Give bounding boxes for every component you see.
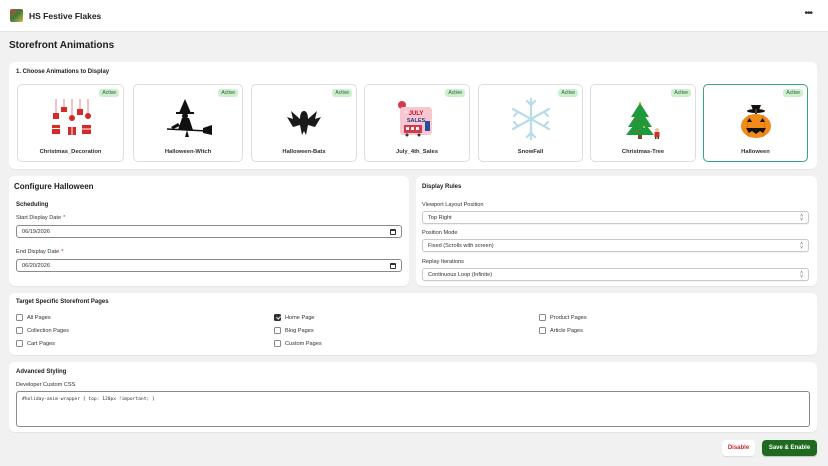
select-chevron-icon: ˄ ˅ xyxy=(800,241,803,251)
checkbox-icon[interactable] xyxy=(16,340,23,347)
animation-name: Christmas-Tree xyxy=(621,149,665,155)
replay-select[interactable]: Continuous Loop (Infinite) ˄ ˅ xyxy=(422,268,809,281)
animation-card-christmas-decoration[interactable]: Active Christmas_Decoration xyxy=(17,84,124,162)
checkbox-icon[interactable] xyxy=(16,327,23,334)
animation-name: Halloween-Bats xyxy=(282,149,326,155)
replay-value: Continuous Loop (Infinite) xyxy=(428,271,493,278)
witch-icon xyxy=(166,99,212,137)
checkbox-all-pages[interactable]: All Pages xyxy=(16,314,51,321)
ellipsis-icon[interactable]: ••• xyxy=(804,9,812,19)
app-logo-icon xyxy=(10,9,23,22)
checkbox-product-pages[interactable]: Product Pages xyxy=(539,314,587,321)
display-rules-card: Display Rules Viewport Layout Position T… xyxy=(416,176,817,286)
active-badge: Active xyxy=(218,89,238,97)
end-date-input[interactable]: 06/20/2026 xyxy=(16,259,402,272)
checkbox-custom-pages[interactable]: Custom Pages xyxy=(274,340,322,347)
save-enable-button[interactable]: Save & Enable xyxy=(762,440,817,456)
checkbox-cart-pages[interactable]: Cart Pages xyxy=(16,340,55,347)
configure-title: Configure Halloween xyxy=(14,182,94,191)
start-date-input[interactable]: 06/19/2026 xyxy=(16,225,402,238)
animation-name: Halloween-Witch xyxy=(164,149,212,155)
checkbox-checked-icon[interactable] xyxy=(274,314,281,321)
select-chevron-icon: ˄ ˅ xyxy=(800,213,803,223)
sales-art-text: SALES xyxy=(407,118,426,124)
calendar-icon[interactable] xyxy=(390,229,396,235)
animation-card-halloween[interactable]: Active Halloween xyxy=(703,84,808,162)
july-art-text: JULY xyxy=(409,111,424,117)
advanced-styling-card: Advanced Styling Developer Custom CSS #h… xyxy=(9,362,817,432)
checkbox-icon[interactable] xyxy=(274,327,281,334)
position-mode-label: Position Mode xyxy=(422,230,458,236)
snowflake-icon xyxy=(511,97,550,141)
animation-name: July_4th_Sales xyxy=(396,149,438,155)
checkbox-article-pages[interactable]: Article Pages xyxy=(539,327,583,334)
replay-label: Replay Iterations xyxy=(422,259,464,265)
active-badge: Active xyxy=(445,89,465,97)
start-date-value: 06/19/2026 xyxy=(22,228,50,235)
disable-button[interactable]: Disable xyxy=(722,440,755,456)
active-badge: Active xyxy=(671,89,691,97)
display-rules-heading: Display Rules xyxy=(422,184,462,190)
viewport-label: Viewport Layout Position xyxy=(422,202,484,208)
top-bar: HS Festive Flakes ••• xyxy=(0,0,828,32)
checkbox-icon[interactable] xyxy=(16,314,23,321)
active-badge: Active xyxy=(783,89,803,97)
scheduling-heading: Scheduling xyxy=(16,202,49,208)
animation-name: Christmas_Decoration xyxy=(39,149,102,155)
christmas-tree-icon xyxy=(626,101,660,139)
start-date-label: Start Display Date * xyxy=(16,215,66,221)
july-sales-icon: JULY SALES 4th xyxy=(398,101,432,137)
calendar-icon[interactable] xyxy=(390,263,396,269)
checkbox-home-page[interactable]: Home Page xyxy=(274,314,315,321)
animation-card-snowfall[interactable]: Active SnowFall xyxy=(478,84,583,162)
custom-css-textarea[interactable]: #holiday-anim-wrapper { top: 120px !impo… xyxy=(16,391,810,427)
viewport-value: Top Right xyxy=(428,214,452,221)
position-mode-select[interactable]: Fixed (Scrolls with screen) ˄ ˅ xyxy=(422,239,809,252)
animation-card-halloween-witch[interactable]: Active Halloween-Witch xyxy=(133,84,243,162)
active-badge: Active xyxy=(332,89,352,97)
app-title: HS Festive Flakes xyxy=(29,10,102,21)
checkbox-icon[interactable] xyxy=(539,327,546,334)
active-badge: Active xyxy=(558,89,578,97)
target-pages-heading: Target Specific Storefront Pages xyxy=(16,299,109,305)
animations-section-label: 1. Choose Animations to Display xyxy=(16,69,110,75)
custom-css-label: Developer Custom CSS xyxy=(16,382,76,388)
select-chevron-icon: ˄ ˅ xyxy=(800,270,803,280)
configure-card: Configure Halloween Scheduling Start Dis… xyxy=(9,176,409,286)
target-pages-card: Target Specific Storefront Pages xyxy=(9,293,817,355)
bat-icon xyxy=(287,111,321,135)
page-title: Storefront Animations xyxy=(9,40,115,51)
checkbox-collection-pages[interactable]: Collection Pages xyxy=(16,327,69,334)
checkbox-blog-pages[interactable]: Blog Pages xyxy=(274,327,314,334)
christmas-ornaments-icon xyxy=(51,99,91,135)
viewport-select[interactable]: Top Right ˄ ˅ xyxy=(422,211,809,224)
end-date-value: 06/20/2026 xyxy=(22,262,50,269)
pumpkin-icon xyxy=(740,105,771,138)
animation-name: SnowFall xyxy=(517,149,544,155)
checkbox-icon[interactable] xyxy=(274,340,281,347)
position-mode-value: Fixed (Scrolls with screen) xyxy=(428,242,494,249)
animation-name: Halloween xyxy=(741,149,770,155)
active-badge: Active xyxy=(99,89,119,97)
fourth-art-text: 4th xyxy=(404,110,409,114)
advanced-styling-heading: Advanced Styling xyxy=(16,369,67,375)
end-date-label: End Display Date * xyxy=(16,249,64,255)
animation-card-halloween-bats[interactable]: Active Halloween-Bats xyxy=(251,84,357,162)
animation-card-july-4th-sales[interactable]: Active JULY SALES 4th July_4th_Sales xyxy=(364,84,470,162)
checkbox-icon[interactable] xyxy=(539,314,546,321)
animation-card-christmas-tree[interactable]: Active Christmas-Tree xyxy=(590,84,696,162)
